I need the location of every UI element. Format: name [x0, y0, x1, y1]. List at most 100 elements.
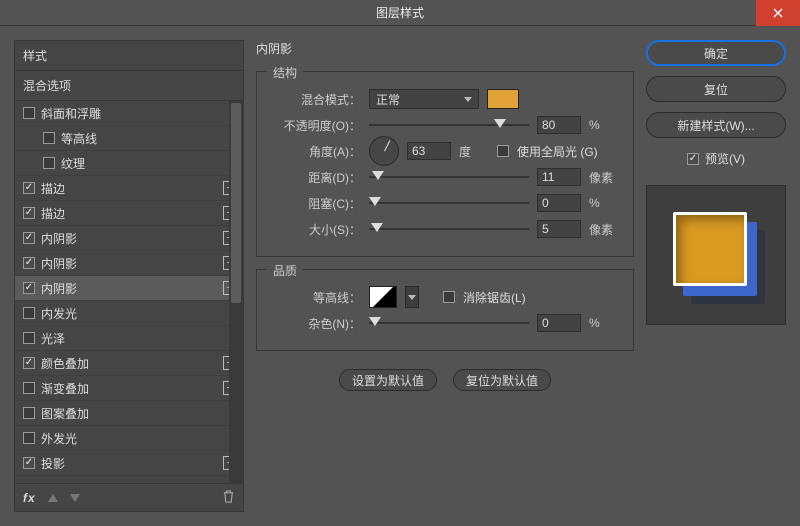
angle-input[interactable] [407, 142, 451, 160]
quality-group: 品质 等高线： 消除锯齿(L) 杂色(N)： % [256, 269, 634, 351]
distance-input[interactable] [537, 168, 581, 186]
style-checkbox[interactable] [23, 407, 35, 419]
opacity-label: 不透明度(O)： [271, 117, 361, 134]
make-default-button[interactable]: 设置为默认值 [339, 369, 437, 391]
style-checkbox[interactable] [23, 382, 35, 394]
size-slider[interactable] [369, 220, 529, 238]
choke-label: 阻塞(C)： [271, 195, 361, 212]
style-checkbox[interactable] [23, 432, 35, 444]
style-checkbox[interactable] [23, 307, 35, 319]
reset-default-button[interactable]: 复位为默认值 [453, 369, 551, 391]
move-up-icon[interactable] [48, 494, 58, 502]
chevron-down-icon [408, 295, 416, 300]
choke-slider[interactable] [369, 194, 529, 212]
sidebar-header: 样式 [15, 41, 243, 71]
title-bar: 图层样式 [0, 0, 800, 26]
style-checkbox[interactable] [43, 157, 55, 169]
style-row[interactable]: 纹理 [15, 151, 243, 176]
style-label: 纹理 [61, 155, 237, 172]
style-row[interactable]: 描边+ [15, 176, 243, 201]
style-label: 颜色叠加 [41, 355, 223, 372]
close-button[interactable] [756, 0, 800, 26]
cancel-button[interactable]: 复位 [646, 76, 786, 102]
sidebar-scrollbar[interactable] [229, 101, 243, 483]
fx-icon[interactable]: fx [23, 491, 36, 505]
style-label: 描边 [41, 205, 223, 222]
style-label: 内发光 [41, 305, 237, 322]
color-swatch[interactable] [487, 89, 519, 109]
choke-unit: % [589, 196, 619, 210]
style-row[interactable]: 内阴影+ [15, 276, 243, 301]
style-row[interactable]: 渐变叠加+ [15, 376, 243, 401]
style-checkbox[interactable] [23, 357, 35, 369]
noise-input[interactable] [537, 314, 581, 332]
structure-legend: 结构 [267, 64, 303, 81]
styles-sidebar: 样式 混合选项 斜面和浮雕等高线纹理描边+描边+内阴影+内阴影+内阴影+内发光光… [14, 40, 244, 512]
style-row[interactable]: 斜面和浮雕 [15, 101, 243, 126]
style-checkbox[interactable] [43, 132, 55, 144]
opacity-unit: % [589, 118, 619, 132]
choke-input[interactable] [537, 194, 581, 212]
noise-unit: % [589, 316, 619, 330]
preview-box [646, 185, 786, 325]
global-light-checkbox[interactable] [497, 145, 509, 157]
style-checkbox[interactable] [23, 232, 35, 244]
style-checkbox[interactable] [23, 182, 35, 194]
settings-panel: 内阴影 结构 混合模式： 正常 不透明度(O)： % 角度(A)： [256, 40, 634, 512]
style-label: 内阴影 [41, 255, 223, 272]
style-row[interactable]: 内阴影+ [15, 226, 243, 251]
style-label: 外发光 [41, 430, 237, 447]
style-label: 渐变叠加 [41, 380, 223, 397]
distance-slider[interactable] [369, 168, 529, 186]
style-row[interactable]: 内发光 [15, 301, 243, 326]
style-row[interactable]: 外发光 [15, 426, 243, 451]
angle-dial[interactable] [369, 136, 399, 166]
angle-label: 角度(A)： [271, 143, 361, 160]
new-style-button[interactable]: 新建样式(W)... [646, 112, 786, 138]
blending-options-row[interactable]: 混合选项 [15, 71, 243, 101]
blend-mode-label: 混合模式： [271, 91, 361, 108]
style-row[interactable]: 等高线 [15, 126, 243, 151]
size-input[interactable] [537, 220, 581, 238]
scrollbar-thumb[interactable] [231, 103, 241, 303]
style-row[interactable]: 投影+ [15, 451, 243, 476]
style-row[interactable]: 颜色叠加+ [15, 351, 243, 376]
window-title: 图层样式 [376, 4, 424, 21]
size-unit: 像素 [589, 221, 619, 238]
preview-thumbnail [673, 212, 759, 298]
contour-swatch[interactable] [369, 286, 397, 308]
preview-checkbox[interactable] [687, 153, 699, 165]
style-checkbox[interactable] [23, 457, 35, 469]
noise-slider[interactable] [369, 314, 529, 332]
style-checkbox[interactable] [23, 332, 35, 344]
style-checkbox[interactable] [23, 282, 35, 294]
style-label: 等高线 [61, 130, 237, 147]
move-down-icon[interactable] [70, 494, 80, 502]
structure-group: 结构 混合模式： 正常 不透明度(O)： % 角度(A)： 度 [256, 71, 634, 257]
opacity-slider[interactable] [369, 116, 529, 134]
style-label: 内阴影 [41, 280, 223, 297]
style-checkbox[interactable] [23, 257, 35, 269]
noise-label: 杂色(N)： [271, 315, 361, 332]
opacity-input[interactable] [537, 116, 581, 134]
style-row[interactable]: 光泽 [15, 326, 243, 351]
preview-label: 预览(V) [705, 150, 745, 167]
style-row[interactable]: 图案叠加 [15, 401, 243, 426]
style-label: 图案叠加 [41, 405, 237, 422]
style-checkbox[interactable] [23, 107, 35, 119]
antialias-checkbox[interactable] [443, 291, 455, 303]
style-row[interactable]: 描边+ [15, 201, 243, 226]
style-list: 斜面和浮雕等高线纹理描边+描边+内阴影+内阴影+内阴影+内发光光泽颜色叠加+渐变… [15, 101, 243, 483]
trash-icon[interactable] [222, 490, 235, 506]
global-light-label: 使用全局光 (G) [517, 143, 598, 160]
ok-button[interactable]: 确定 [646, 40, 786, 66]
distance-unit: 像素 [589, 169, 619, 186]
contour-dropdown[interactable] [405, 286, 419, 308]
style-label: 描边 [41, 180, 223, 197]
blend-mode-select[interactable]: 正常 [369, 89, 479, 109]
style-label: 斜面和浮雕 [41, 105, 237, 122]
style-checkbox[interactable] [23, 207, 35, 219]
style-row[interactable]: 内阴影+ [15, 251, 243, 276]
style-label: 光泽 [41, 330, 237, 347]
quality-legend: 品质 [267, 262, 303, 279]
